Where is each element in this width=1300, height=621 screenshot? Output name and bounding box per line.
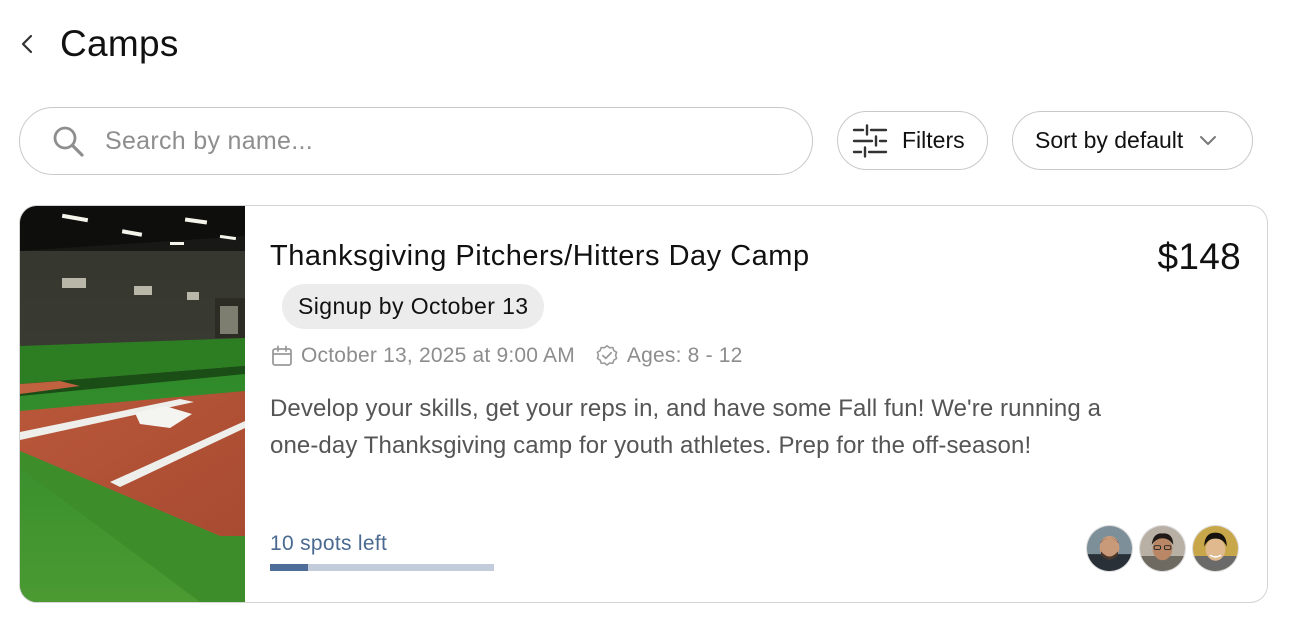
camp-title[interactable]: Thanksgiving Pitchers/Hitters Day Camp: [270, 240, 810, 273]
camp-image: [20, 206, 245, 602]
chevron-down-icon: [1200, 135, 1217, 145]
search-icon: [53, 126, 84, 157]
camp-meta: October 13, 2025 at 9:00 AM Ages: 8 - 12: [271, 341, 743, 371]
filters-button[interactable]: Filters: [837, 111, 988, 170]
page-header: Camps: [20, 22, 179, 66]
verified-badge-icon: [596, 345, 618, 366]
search-bar[interactable]: [19, 107, 813, 175]
signup-deadline-badge: Signup by October 13: [282, 284, 545, 329]
camp-ages: Ages: 8 - 12: [626, 344, 743, 367]
filters-label: Filters: [902, 127, 965, 153]
calendar-icon: [272, 345, 292, 366]
avatar: [1139, 525, 1186, 572]
avatar: [1192, 525, 1239, 572]
camp-description: Develop your skills, get your reps in, a…: [270, 395, 1102, 459]
camp-card[interactable]: Thanksgiving Pitchers/Hitters Day Camp $…: [19, 205, 1268, 603]
sort-label: Sort by default: [1035, 127, 1184, 153]
page-title: Camps: [60, 23, 179, 64]
spots-left-label: 10 spots left: [270, 532, 388, 555]
spots-progress-fill: [270, 564, 309, 571]
sort-dropdown[interactable]: Sort by default: [1012, 111, 1253, 170]
back-button[interactable]: [20, 22, 42, 66]
camp-date: October 13, 2025 at 9:00 AM: [301, 344, 575, 367]
chevron-left-icon: [21, 34, 33, 54]
sliders-icon: [852, 123, 888, 158]
spots-progress-bar: [270, 564, 494, 571]
camp-price: $148: [1157, 236, 1241, 277]
avatar: [1086, 525, 1133, 572]
search-input[interactable]: [105, 126, 725, 156]
coach-avatars: [1086, 525, 1239, 572]
